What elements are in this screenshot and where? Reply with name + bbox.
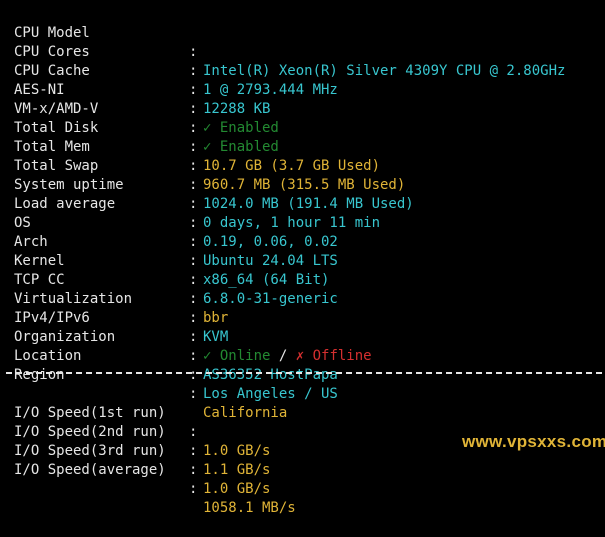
row-separator: : <box>189 310 198 326</box>
row-cpu-model: CPU Model : Intel(R) Xeon(R) Silver 4309… <box>0 5 565 79</box>
row-io-run3: I/O Speed(3rd run) : 1.0 GB/s <box>0 423 270 497</box>
row-separator: : <box>189 82 198 98</box>
row-location: Location : Los Angeles / US <box>0 328 338 402</box>
row-total-mem: Total Mem : 960.7 MB (315.5 MB Used) <box>0 119 405 193</box>
row-value: 960.7 MB (315.5 MB Used) <box>203 177 406 193</box>
row-separator: : <box>189 196 198 212</box>
row-value: bbr <box>203 310 229 326</box>
row-separator: : <box>189 158 198 174</box>
row-separator: : <box>189 120 198 136</box>
row-tcp-cc: TCP CC : bbr <box>0 252 228 326</box>
row-value: 1 @ 2793.444 MHz <box>203 82 338 98</box>
row-value: Ubuntu 24.04 LTS <box>203 253 338 269</box>
row-label: I/O Speed(2nd run) <box>14 424 166 440</box>
row-label: I/O Speed(3rd run) <box>14 443 166 459</box>
row-arch: Arch : x86_64 (64 Bit) <box>0 214 329 288</box>
terminal-window: CPU Model : Intel(R) Xeon(R) Silver 4309… <box>0 0 605 516</box>
row-io-run1: I/O Speed(1st run) : 1.0 GB/s <box>0 385 270 459</box>
row-value: 0 days, 1 hour 11 min <box>203 215 381 231</box>
row-separator: : <box>189 367 198 383</box>
row-separator: : <box>189 215 198 231</box>
row-value: 1.0 GB/s <box>203 481 271 497</box>
row-value: Los Angeles / US <box>203 386 338 402</box>
row-value: Intel(R) Xeon(R) Silver 4309Y CPU @ 2.80… <box>203 63 566 79</box>
row-value: 1058.1 MB/s <box>203 500 296 516</box>
row-value: 10.7 GB (3.7 GB Used) <box>203 158 381 174</box>
row-vmx: VM-x/AMD-V : ✓ Enabled <box>0 81 279 155</box>
row-separator: : <box>189 291 198 307</box>
row-value: California <box>203 405 288 421</box>
row-cpu-cores: CPU Cores : 1 @ 2793.444 MHz <box>0 24 338 98</box>
row-total-disk: Total Disk : 10.7 GB (3.7 GB Used) <box>0 100 380 174</box>
row-total-swap: Total Swap : 1024.0 MB (191.4 MB Used) <box>0 138 414 212</box>
watermark: www.vpsxxs.com <box>462 432 605 451</box>
row-value: AS36352 HostPapa <box>203 367 338 383</box>
row-io-run2: I/O Speed(2nd run) : 1.1 GB/s <box>0 404 270 478</box>
row-separator: : <box>189 63 198 79</box>
row-virtualization: Virtualization : KVM <box>0 271 228 345</box>
row-separator: : <box>189 272 198 288</box>
ip-slash: / <box>270 348 296 364</box>
row-label: Region <box>14 367 65 383</box>
row-value: 0.19, 0.06, 0.02 <box>203 234 338 250</box>
row-separator: : <box>189 177 198 193</box>
row-region: Region : California <box>0 347 287 421</box>
row-value: 12288 KB <box>203 101 271 117</box>
row-value: x86_64 (64 Bit) <box>203 272 330 288</box>
row-value: ✓ Online / ✗ Offline <box>203 347 372 366</box>
row-value: KVM <box>203 329 229 345</box>
row-ip-status: IPv4/IPv6 : ✓ Online / ✗ Offline <box>0 290 372 364</box>
row-separator: : <box>189 44 198 60</box>
row-cpu-cache: CPU Cache : 12288 KB <box>0 43 270 117</box>
row-value: 1.0 GB/s <box>203 443 271 459</box>
row-separator: : <box>189 462 198 478</box>
row-uptime: System uptime : 0 days, 1 hour 11 min <box>0 157 380 231</box>
row-value: ✓ Enabled <box>203 120 279 136</box>
row-separator: : <box>189 101 198 117</box>
row-value: 6.8.0-31-generic <box>203 291 338 307</box>
row-label: I/O Speed(average) <box>14 462 166 478</box>
row-organization: Organization : AS36352 HostPapa <box>0 309 338 383</box>
row-separator: : <box>189 443 198 459</box>
ipv6-status: ✗ Offline <box>295 348 372 364</box>
row-separator: : <box>189 481 198 497</box>
row-separator: : <box>189 386 198 402</box>
row-label: I/O Speed(1st run) <box>14 405 166 421</box>
ipv4-status: ✓ Online <box>203 348 271 364</box>
row-os: OS : Ubuntu 24.04 LTS <box>0 195 338 269</box>
section-divider <box>6 372 602 374</box>
row-separator: : <box>189 348 198 364</box>
row-separator: : <box>189 424 198 440</box>
row-separator: : <box>189 234 198 250</box>
row-load-average: Load average : 0.19, 0.06, 0.02 <box>0 176 338 250</box>
row-value: ✓ Enabled <box>203 139 279 155</box>
row-aes-ni: AES-NI : ✓ Enabled <box>0 62 279 136</box>
row-separator: : <box>189 253 198 269</box>
row-separator: : <box>189 329 198 345</box>
row-value: 1024.0 MB (191.4 MB Used) <box>203 196 414 212</box>
row-io-average: I/O Speed(average) : 1058.1 MB/s <box>0 442 296 516</box>
row-value: 1.1 GB/s <box>203 462 271 478</box>
row-kernel: Kernel : 6.8.0-31-generic <box>0 233 338 307</box>
row-separator: : <box>189 139 198 155</box>
